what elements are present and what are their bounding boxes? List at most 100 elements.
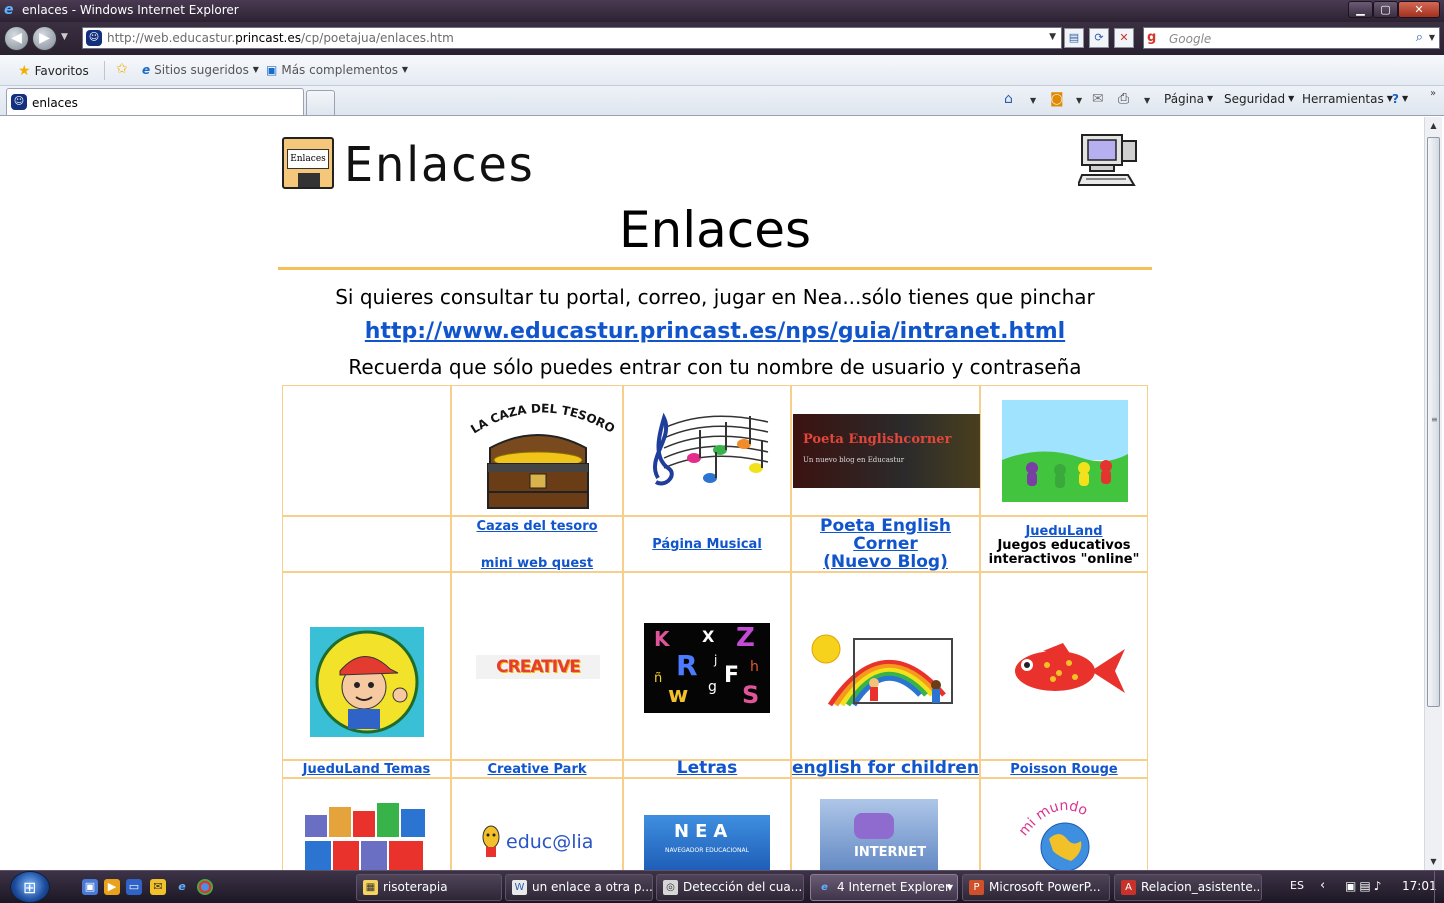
help-button[interactable]: ? ▼	[1392, 92, 1408, 106]
powerpoint-icon: P	[969, 880, 984, 895]
red-fish-image[interactable]	[1003, 643, 1127, 697]
treasure-hunts-link[interactable]: Cazas del tesoro	[452, 519, 622, 534]
switch-windows-icon[interactable]: ▭	[126, 879, 142, 895]
language-indicator[interactable]: ES	[1290, 879, 1304, 892]
letters-link[interactable]: Letras	[624, 758, 790, 778]
ie-page-icon: e	[142, 63, 151, 77]
safety-menu[interactable]: Seguridad ▼	[1224, 92, 1294, 106]
mouse-shape	[854, 813, 894, 839]
treasure-chest-image[interactable]: LA CAZA DEL TESORO	[460, 396, 616, 512]
back-button[interactable]: ◀	[4, 26, 29, 51]
jueduland-themes-link[interactable]: JueduLand Temas	[283, 762, 450, 777]
compatibility-view-icon[interactable]: ▤	[1064, 28, 1084, 48]
table-cell: english for children	[791, 758, 980, 778]
internet-classroom-image[interactable]: INTERNET	[820, 799, 938, 870]
refresh-icon[interactable]: ⟳	[1089, 28, 1109, 48]
rainbow-children-image[interactable]	[804, 625, 956, 709]
svg-text:LA CAZA DEL TESORO: LA CAZA DEL TESORO	[468, 401, 616, 436]
network-icon[interactable]: ▣	[1345, 879, 1359, 893]
music-notes-image[interactable]	[644, 408, 772, 496]
taskbar-item-internet-explorer[interactable]: e4 Internet Explorer ▼	[810, 874, 958, 901]
search-icon[interactable]: ⌕	[1416, 30, 1423, 45]
address-url[interactable]: http://web.educastur.princast.es/cp/poet…	[107, 31, 454, 45]
home-dropdown-icon[interactable]: ▼	[1030, 96, 1036, 105]
show-hidden-icons-icon[interactable]: ‹	[1320, 878, 1325, 893]
print-icon[interactable]: ⎙	[1118, 91, 1129, 107]
internet-explorer-icon[interactable]: e	[174, 879, 190, 895]
chevron-down-icon: ▼	[946, 883, 953, 892]
pdf-icon: A	[1121, 880, 1136, 895]
feeds-dropdown-icon[interactable]: ▼	[1076, 96, 1082, 105]
page-menu[interactable]: Página ▼	[1164, 92, 1213, 106]
close-button[interactable]: ✕	[1398, 1, 1440, 18]
add-to-favorites-bar-icon[interactable]: ✩	[116, 61, 128, 77]
educalia-wordmark: educ@lia	[506, 831, 594, 853]
educalia-logo-image[interactable]: educ@lia	[478, 823, 602, 863]
letters-image[interactable]: K X Z R j F h ñ g w S	[644, 623, 770, 713]
nea-navigator-image[interactable]: NEA NAVEGADOR EDUCACIONAL	[644, 815, 770, 870]
music-page-link[interactable]: Página Musical	[624, 537, 790, 552]
teletubbies-image[interactable]	[1002, 400, 1128, 502]
more-addons-button[interactable]: ▣ Más complementos ▼	[266, 63, 408, 77]
home-icon[interactable]: ⌂	[1004, 91, 1013, 107]
media-player-icon[interactable]: ▶	[104, 879, 120, 895]
show-desktop-quicklaunch-icon[interactable]: ▣	[82, 879, 98, 895]
search-options-dropdown-icon[interactable]: ▼	[1429, 33, 1435, 42]
feeds-icon[interactable]: ◙	[1050, 91, 1064, 107]
letter-glyph: S	[742, 681, 760, 709]
favorites-button[interactable]: ★ Favoritos	[18, 63, 89, 79]
scroll-up-icon[interactable]: ▲	[1425, 117, 1442, 134]
suggested-sites-button[interactable]: e Sitios sugeridos ▼	[142, 63, 259, 77]
read-mail-icon[interactable]: ✉	[1092, 91, 1104, 107]
taskbar-item-powerpoint[interactable]: P Microsoft PowerP...	[962, 874, 1110, 901]
recent-pages-dropdown-icon[interactable]: ▼	[61, 32, 68, 42]
intranet-link[interactable]: http://www.educastur.princast.es/nps/gui…	[278, 319, 1152, 344]
chrome-icon[interactable]	[197, 879, 213, 895]
english-corner-link[interactable]: Poeta English Corner (Nuevo Blog)	[792, 517, 979, 571]
system-tray-icons[interactable]: ▣▤♪	[1345, 879, 1384, 893]
poisson-rouge-link[interactable]: Poisson Rouge	[981, 762, 1147, 777]
tab-enlaces[interactable]: ☺ enlaces	[6, 88, 304, 115]
taskbar-item-deteccion[interactable]: ◎ Detección del cua...	[656, 874, 804, 901]
toolbar-overflow-icon[interactable]: »	[1430, 88, 1436, 99]
creative-park-link[interactable]: Creative Park	[452, 762, 622, 777]
scroll-down-icon[interactable]: ▼	[1425, 853, 1442, 870]
english-for-children-link[interactable]: english for children	[792, 758, 979, 778]
forward-button[interactable]: ▶	[32, 26, 57, 51]
taskbar-item-word-document[interactable]: Wun enlace a otra p...	[505, 874, 653, 901]
mini-webquest-link[interactable]: mini web quest	[452, 556, 622, 571]
taskbar-item-pdf[interactable]: A Relacion_asistente...	[1114, 874, 1262, 901]
site-favicon-icon: ☺	[11, 94, 27, 110]
stop-icon[interactable]: ✕	[1114, 28, 1134, 48]
search-input[interactable]: g Google ⌕ ▼	[1143, 27, 1440, 49]
favorites-separator	[104, 61, 105, 80]
colorful-blocks-image[interactable]	[305, 801, 429, 870]
show-desktop-button[interactable]	[1434, 871, 1444, 903]
volume-icon[interactable]: ♪	[1374, 879, 1385, 893]
scrollbar-thumb[interactable]: ≡	[1427, 137, 1440, 707]
tools-menu[interactable]: Herramientas ▼	[1302, 92, 1393, 106]
jueduland-link[interactable]: JueduLand	[981, 524, 1147, 539]
new-tab-button[interactable]	[306, 90, 335, 115]
print-dropdown-icon[interactable]: ▼	[1144, 96, 1150, 105]
table-cell: LA CAZA DEL TESORO	[451, 385, 623, 516]
vertical-scrollbar[interactable]: ▲ ≡ ▼	[1424, 117, 1442, 870]
creative-park-image[interactable]: CREATIVE PARK	[476, 655, 600, 679]
jueduland-boy-image[interactable]	[310, 627, 424, 737]
treasure-arc-text: LA CAZA DEL TESORO	[468, 401, 616, 436]
taskbar-clock[interactable]: 17:01	[1402, 879, 1437, 893]
outlook-icon[interactable]: ✉	[150, 879, 166, 895]
jueduland-description: Juegos educativos interactivos "online"	[988, 538, 1140, 567]
english-corner-banner-image[interactable]: Poeta Englishcorner Un nuevo blog en Edu…	[793, 414, 981, 488]
address-field[interactable]: ☺ http://web.educastur.princast.es/cp/po…	[82, 27, 1062, 49]
power-icon[interactable]: ▤	[1359, 879, 1373, 893]
mi-mundo-image[interactable]: mi mundo	[1015, 791, 1115, 870]
address-dropdown-icon[interactable]: ▼	[1049, 32, 1056, 42]
minimize-button[interactable]: ▁	[1348, 1, 1373, 18]
start-button[interactable]: ⊞	[10, 871, 50, 903]
maximize-button[interactable]: ▢	[1373, 1, 1398, 18]
site-favicon-icon: ☺	[86, 30, 102, 46]
chevron-down-icon: ▼	[1401, 94, 1409, 103]
banner-title: Poeta Englishcorner	[803, 432, 952, 447]
taskbar-item-risoterapia[interactable]: ▦ risoterapia	[356, 874, 502, 901]
